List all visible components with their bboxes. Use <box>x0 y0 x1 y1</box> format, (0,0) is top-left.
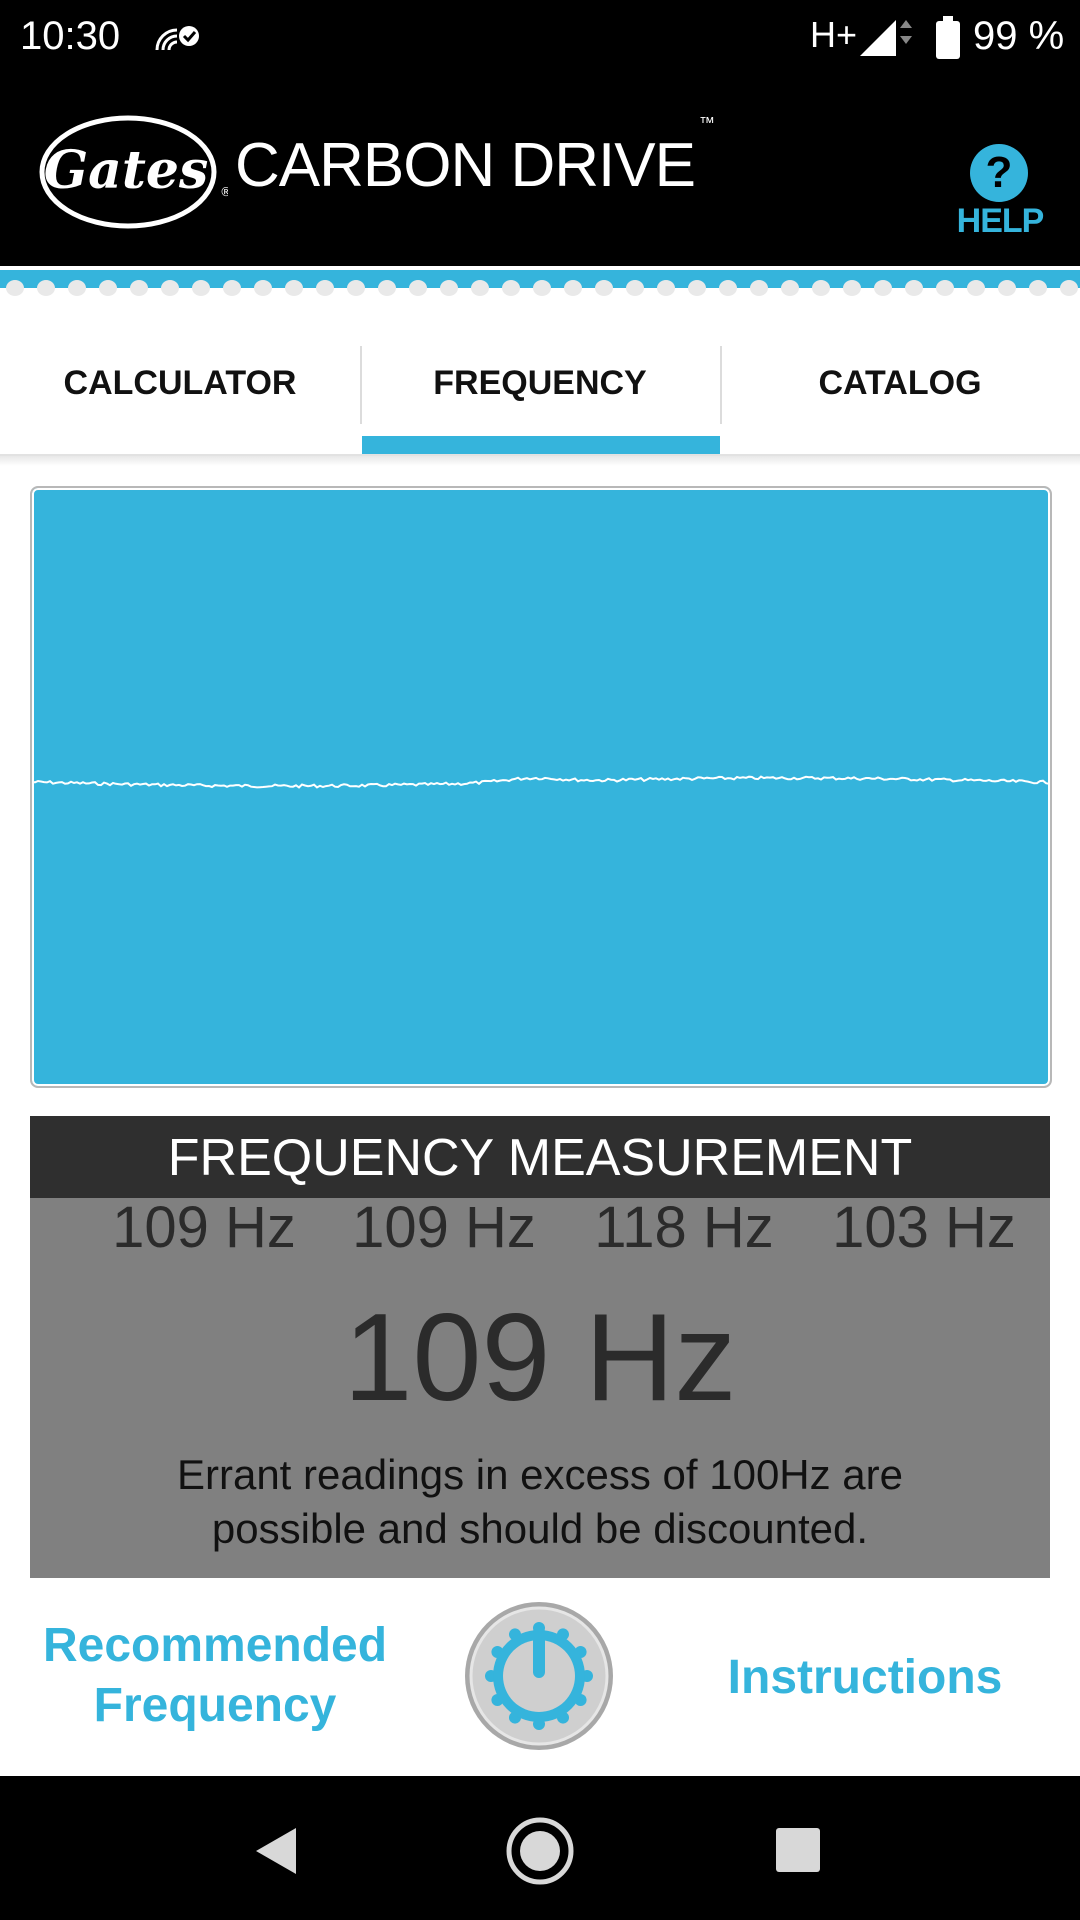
help-button[interactable]: ? HELP <box>950 144 1050 264</box>
measurement-title: FREQUENCY MEASUREMENT <box>30 1116 1050 1198</box>
battery-percent: 99 % <box>973 14 1065 58</box>
recent-reading: 103 Hz <box>832 1195 1016 1260</box>
recommended-line-1: Recommended <box>42 1619 388 1672</box>
recent-reading: 118 Hz <box>594 1195 774 1260</box>
instructions-link[interactable]: Instructions <box>700 1648 1030 1708</box>
cast-icon <box>155 22 203 57</box>
home-icon[interactable] <box>505 1816 575 1891</box>
tab-shadow <box>0 456 1080 466</box>
brand-title: CARBON DRIVE™ <box>235 115 715 200</box>
recommended-line-2: Frequency <box>93 1679 337 1732</box>
note-line-1: Errant readings in excess of 100Hz are <box>176 1451 904 1498</box>
help-label: HELP <box>956 202 1045 240</box>
tab-bar: CALCULATOR FREQUENCY CATALOG <box>0 312 1080 456</box>
recent-reading: 109 Hz <box>352 1195 536 1260</box>
signal-icon <box>858 18 914 63</box>
app-header: Gates ® CARBON DRIVE™ ? HELP <box>0 80 1080 266</box>
network-type: H+ <box>810 14 858 55</box>
svg-text:®: ® <box>220 185 228 199</box>
tab-frequency[interactable]: FREQUENCY <box>360 312 720 454</box>
active-tab-indicator <box>362 436 720 454</box>
recommended-frequency-link[interactable]: Recommended Frequency <box>20 1616 410 1736</box>
power-icon <box>465 1602 613 1750</box>
belt-decoration <box>0 266 1080 312</box>
measurement-panel: 109 Hz 109 Hz 118 Hz 103 Hz 109 Hz Erran… <box>30 1198 1050 1578</box>
recents-icon[interactable] <box>776 1828 820 1872</box>
current-frequency: 109 Hz <box>343 1289 737 1427</box>
help-icon: ? <box>970 144 1028 202</box>
tab-calculator[interactable]: CALCULATOR <box>0 312 360 454</box>
waveform-display <box>30 486 1052 1088</box>
svg-text:Gates: Gates <box>44 140 208 201</box>
recent-reading: 109 Hz <box>112 1195 296 1260</box>
tab-catalog[interactable]: CATALOG <box>720 312 1080 454</box>
waveform-line <box>32 775 1050 789</box>
battery-icon <box>935 16 961 65</box>
note-line-2: possible and should be discounted. <box>211 1505 869 1552</box>
gates-logo: Gates ® <box>38 112 232 237</box>
power-button[interactable] <box>463 1600 615 1752</box>
system-nav-bar <box>0 1776 1080 1920</box>
measurement-note: Errant readings in excess of 100Hz are p… <box>90 1448 990 1556</box>
status-time: 10:30 <box>20 14 121 58</box>
back-icon[interactable] <box>252 1826 300 1881</box>
status-bar: 10:30 H+ 99 % <box>0 0 1080 80</box>
